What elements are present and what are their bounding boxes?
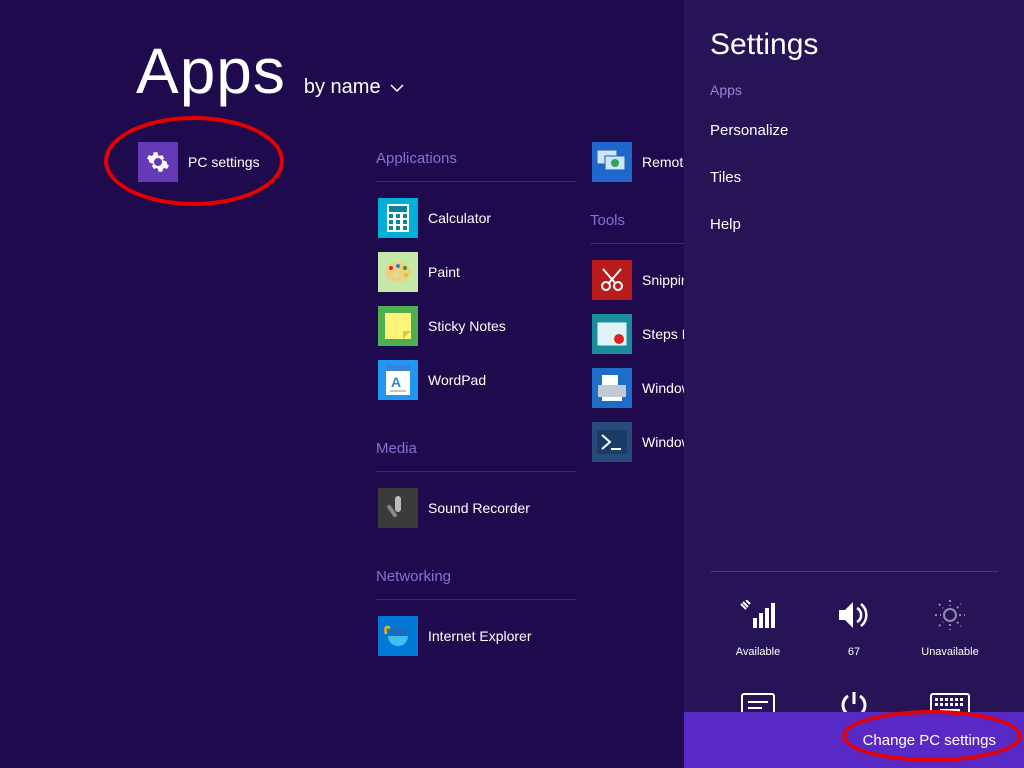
group-networking: Networking bbox=[376, 568, 576, 585]
microphone-icon bbox=[378, 488, 418, 528]
app-sticky-notes[interactable]: Sticky Notes bbox=[376, 304, 576, 348]
quick-network[interactable]: Available bbox=[710, 594, 806, 658]
app-pc-settings[interactable]: PC settings bbox=[136, 140, 262, 184]
charms-title: Settings bbox=[710, 28, 998, 62]
wordpad-icon: A bbox=[378, 360, 418, 400]
quick-volume[interactable]: 67 bbox=[806, 594, 902, 658]
charms-tiles[interactable]: Tiles bbox=[710, 169, 998, 186]
powershell-icon bbox=[592, 422, 632, 462]
apps-title: Apps bbox=[136, 34, 286, 108]
app-calculator[interactable]: Calculator bbox=[376, 196, 576, 240]
fax-icon bbox=[592, 368, 632, 408]
app-label: Sticky Notes bbox=[428, 318, 506, 334]
sort-label: by name bbox=[304, 76, 381, 99]
change-pc-settings[interactable]: Change PC settings bbox=[684, 712, 1024, 768]
svg-text:A: A bbox=[391, 374, 401, 390]
app-wordpad[interactable]: A WordPad bbox=[376, 358, 576, 402]
app-label: Internet Explorer bbox=[428, 628, 532, 644]
internet-explorer-icon bbox=[378, 616, 418, 656]
app-paint[interactable]: Paint bbox=[376, 250, 576, 294]
charms-help[interactable]: Help bbox=[710, 216, 998, 233]
app-sound-recorder[interactable]: Sound Recorder bbox=[376, 486, 576, 530]
change-pc-settings-label: Change PC settings bbox=[863, 732, 996, 749]
paint-icon bbox=[378, 252, 418, 292]
brightness-icon bbox=[902, 594, 998, 636]
app-internet-explorer[interactable]: Internet Explorer bbox=[376, 614, 576, 658]
steps-recorder-icon bbox=[592, 314, 632, 354]
sticky-notes-icon bbox=[378, 306, 418, 346]
quick-label: Available bbox=[736, 646, 780, 658]
charms-personalize[interactable]: Personalize bbox=[710, 122, 998, 139]
gear-icon bbox=[138, 142, 178, 182]
app-label: Calculator bbox=[428, 210, 491, 226]
group-applications: Applications bbox=[376, 150, 576, 167]
app-label: Paint bbox=[428, 264, 460, 280]
charms-context: Apps bbox=[710, 82, 998, 98]
quick-label: Unavailable bbox=[921, 646, 978, 658]
sort-dropdown[interactable]: by name bbox=[304, 76, 405, 99]
network-icon bbox=[710, 594, 806, 636]
app-label: PC settings bbox=[188, 154, 260, 170]
quick-brightness[interactable]: Unavailable bbox=[902, 594, 998, 658]
group-media: Media bbox=[376, 440, 576, 457]
chevron-down-icon bbox=[389, 80, 405, 96]
app-label: WordPad bbox=[428, 372, 486, 388]
quick-label: 67 bbox=[848, 646, 860, 658]
app-label: Sound Recorder bbox=[428, 500, 530, 516]
remote-desktop-icon bbox=[592, 142, 632, 182]
volume-icon bbox=[806, 594, 902, 636]
scissors-icon bbox=[592, 260, 632, 300]
calculator-icon bbox=[378, 198, 418, 238]
settings-charm-pane: Settings Apps Personalize Tiles Help Ava… bbox=[684, 0, 1024, 768]
